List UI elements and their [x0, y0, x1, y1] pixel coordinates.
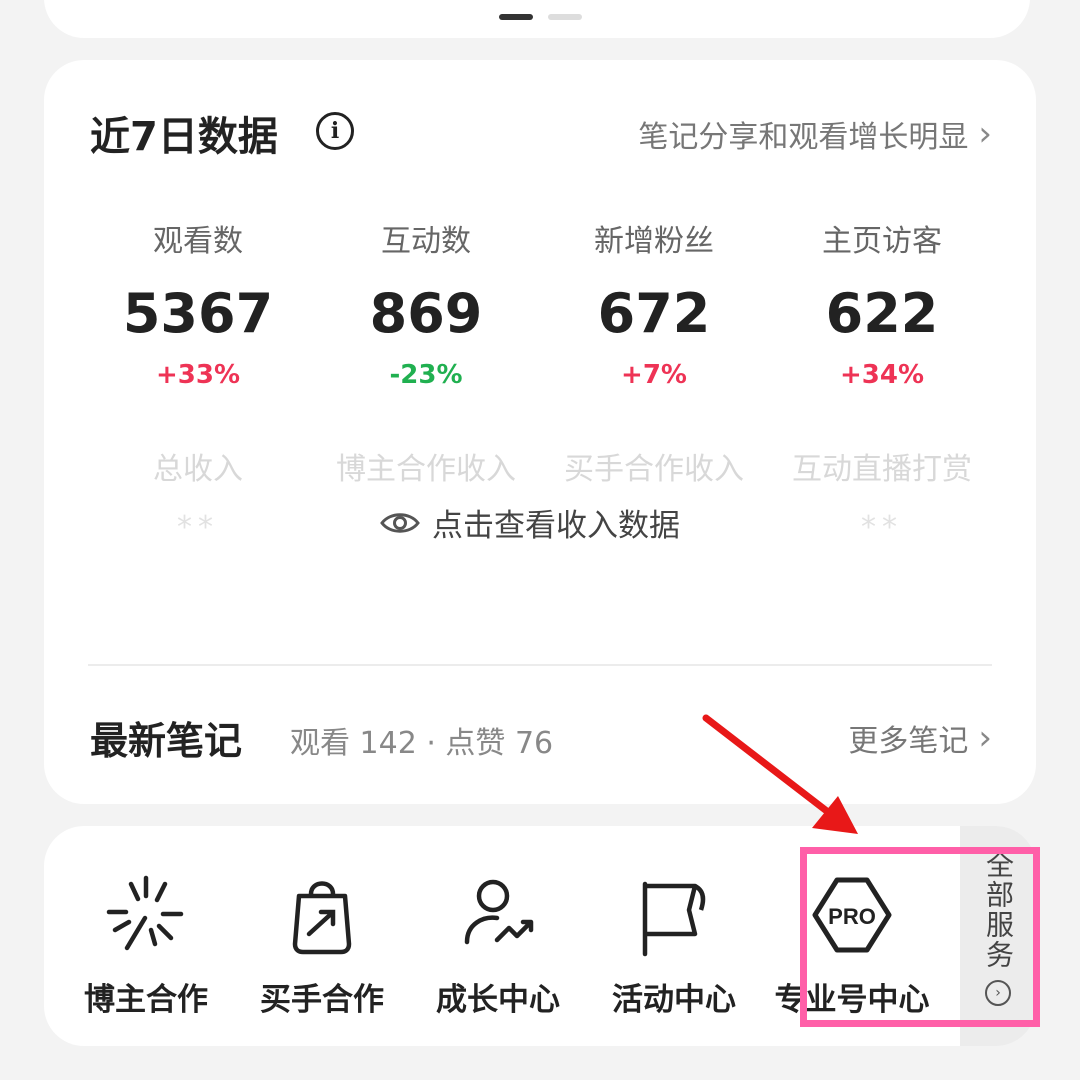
metric-interactions[interactable]: 互动数 869 -23% — [312, 216, 540, 390]
income-label-total: 总收入 — [153, 452, 243, 487]
service-label: 买手合作 — [260, 982, 384, 1018]
shopping-bag-icon — [292, 881, 352, 955]
info-icon[interactable]: i — [316, 112, 354, 150]
page-indicator-inactive — [548, 14, 582, 20]
highlight-box — [800, 847, 1040, 1027]
service-label: 成长中心 — [436, 982, 560, 1018]
metric-label: 主页访客 — [822, 224, 942, 259]
income-mask: ** — [861, 510, 903, 545]
metric-label: 观看数 — [153, 224, 243, 259]
flag-icon — [642, 881, 706, 957]
latest-notes-stats: 观看 142 · 点赞 76 — [290, 726, 554, 761]
metric-value: 622 — [825, 282, 939, 345]
more-notes-link[interactable]: 更多笔记 › — [848, 716, 992, 760]
page-indicator-active — [499, 14, 533, 20]
metric-change: +34% — [839, 360, 925, 390]
metric-value: 672 — [597, 282, 711, 345]
service-blogger-cooperation[interactable]: 博主合作 — [58, 870, 234, 1019]
seven-day-data-card: 近7日数据 i 笔记分享和观看增长明显 › 观看数 5367 +33% 互动数 … — [44, 60, 1036, 804]
sparkle-icon — [106, 875, 184, 951]
income-mask: ** — [177, 510, 219, 545]
metric-profile-visitors[interactable]: 主页访客 622 +34% — [768, 216, 996, 390]
trend-insight-link[interactable]: 笔记分享和观看增长明显 › — [638, 112, 992, 156]
service-label: 博主合作 — [84, 982, 208, 1018]
divider — [88, 664, 992, 666]
section-title: 近7日数据 — [90, 114, 278, 160]
growth-person-icon — [464, 879, 534, 945]
metrics-row: 观看数 5367 +33% 互动数 869 -23% 新增粉丝 672 +7% … — [84, 216, 996, 390]
metric-value: 5367 — [122, 282, 274, 345]
trend-insight-text: 笔记分享和观看增长明显 — [638, 120, 969, 155]
metric-value: 869 — [369, 282, 483, 345]
chevron-right-icon: › — [978, 114, 992, 154]
service-activity-center[interactable]: 活动中心 — [586, 870, 762, 1019]
metric-new-fans[interactable]: 新增粉丝 672 +7% — [540, 216, 768, 390]
income-row: 总收入 博主合作收入 买手合作收入 互动直播打赏 — [84, 444, 996, 488]
metric-change: -23% — [389, 360, 463, 390]
income-label-live: 互动直播打赏 — [792, 452, 972, 487]
service-growth-center[interactable]: 成长中心 — [410, 870, 586, 1019]
service-buyer-cooperation[interactable]: 买手合作 — [234, 870, 410, 1019]
view-income-button[interactable]: 点击查看收入数据 — [380, 500, 680, 545]
service-label: 活动中心 — [612, 982, 736, 1018]
metric-change: +7% — [621, 360, 687, 390]
chevron-right-icon: › — [978, 718, 992, 758]
more-notes-label: 更多笔记 — [848, 724, 969, 759]
latest-notes-title: 最新笔记 — [90, 719, 243, 763]
view-income-text: 点击查看收入数据 — [432, 508, 680, 544]
income-label-blogger: 博主合作收入 — [336, 452, 516, 487]
metric-label: 新增粉丝 — [594, 224, 714, 259]
eye-icon — [380, 512, 420, 533]
metric-change: +33% — [155, 360, 241, 390]
income-label-buyer: 买手合作收入 — [564, 452, 744, 487]
previous-card — [44, 0, 1030, 38]
metric-views[interactable]: 观看数 5367 +33% — [84, 216, 312, 390]
metric-label: 互动数 — [381, 224, 471, 259]
